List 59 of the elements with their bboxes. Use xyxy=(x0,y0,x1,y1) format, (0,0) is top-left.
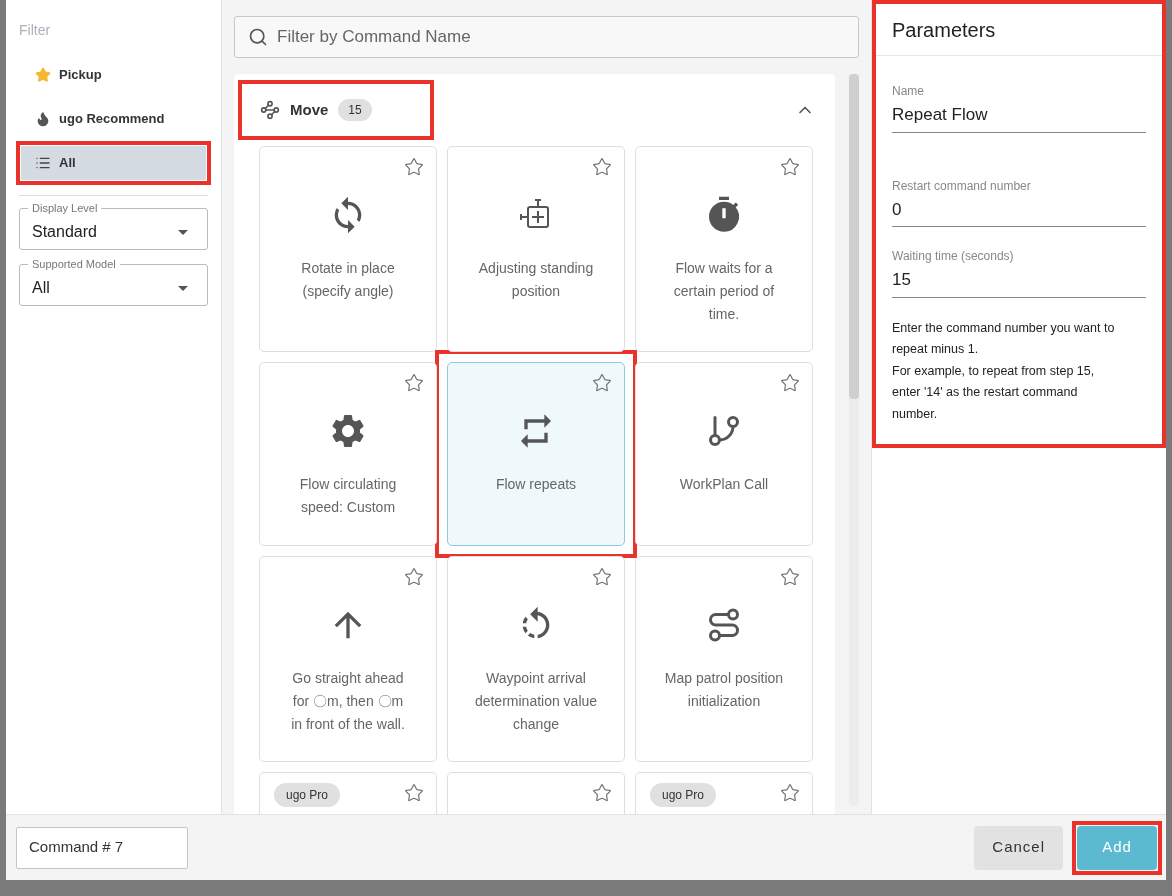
filter-heading: Filter xyxy=(18,21,52,40)
panel-title: Parameters xyxy=(892,17,996,43)
command-label: Adjusting standing position xyxy=(477,259,595,301)
favorite-star-icon[interactable] xyxy=(592,567,612,587)
command-label: Map patrol position initialization xyxy=(663,669,785,711)
favorite-star-icon[interactable] xyxy=(780,567,800,587)
favorite-star-icon[interactable] xyxy=(780,783,800,803)
command-card[interactable]: ugo Pro xyxy=(259,772,437,814)
help-text: For example, to repeat from step 15, enter '14' as the restart command number. xyxy=(892,362,1096,423)
text-field[interactable]: Restart command number 0 xyxy=(892,176,1146,227)
filter-item[interactable]: ugo Recommend xyxy=(21,102,206,136)
count-badge: 15 xyxy=(338,99,372,121)
route-icon xyxy=(260,100,280,120)
command-card[interactable]: ugo Pro xyxy=(635,772,813,814)
star-icon xyxy=(35,67,51,83)
command-label: WorkPlan Call xyxy=(678,475,770,494)
list-icon xyxy=(35,155,51,171)
command-card[interactable]: Flow waits for a certain period of time. xyxy=(635,146,813,352)
command-card[interactable]: Waypoint arrival determination value change xyxy=(447,556,625,762)
command-card[interactable]: WorkPlan Call xyxy=(635,362,813,546)
command-number-field[interactable]: Command # 7 xyxy=(16,826,188,869)
dropdown-caret-icon xyxy=(178,229,188,235)
filter-item[interactable]: All xyxy=(21,146,206,180)
favorite-star-icon[interactable] xyxy=(592,783,612,803)
command-label: Flow waits for a certain period of time. xyxy=(672,259,776,324)
command-label: Go straight ahead for 〇m, then 〇m in front of the wall. xyxy=(290,669,406,734)
favorite-star-icon[interactable] xyxy=(780,373,800,393)
search-field[interactable]: Filter by Command Name xyxy=(234,16,859,58)
filter-item[interactable]: Pickup xyxy=(21,58,206,92)
command-card[interactable]: Rotate in place (specify angle) xyxy=(259,146,437,352)
tag-chip: ugo Pro xyxy=(274,783,341,807)
command-card[interactable]: Flow circulating speed: Custom xyxy=(259,362,437,546)
favorite-star-icon[interactable] xyxy=(404,567,424,587)
favorite-star-icon[interactable] xyxy=(404,783,424,803)
dropdown-caret-icon xyxy=(178,285,188,291)
favorite-star-icon[interactable] xyxy=(592,373,612,393)
command-card[interactable]: Adjusting standing position xyxy=(447,146,625,352)
help-text: Enter the command number you want to repeat minus 1. xyxy=(892,319,1116,358)
command-label: Flow circulating speed: Custom xyxy=(298,475,398,517)
favorite-star-icon[interactable] xyxy=(780,157,800,177)
command-label: Flow repeats xyxy=(494,475,578,494)
flame-icon xyxy=(35,111,51,127)
command-card[interactable]: Map patrol position initialization xyxy=(635,556,813,762)
text-field[interactable]: Waiting time (seconds) 15 xyxy=(892,247,1146,298)
tag-chip: ugo Pro xyxy=(650,783,717,807)
route-icon xyxy=(706,607,742,643)
favorite-star-icon[interactable] xyxy=(404,373,424,393)
branch-icon xyxy=(706,413,742,449)
favorite-star-icon[interactable] xyxy=(404,157,424,177)
command-label: Rotate in place (specify angle) xyxy=(300,259,396,301)
scrollbar-thumb[interactable] xyxy=(849,74,859,399)
text-field[interactable]: Name Repeat Flow xyxy=(892,82,1146,133)
command-card[interactable]: Flow repeats xyxy=(447,362,625,546)
command-label: Waypoint arrival determination value change xyxy=(473,669,599,734)
group-title: Move xyxy=(290,99,329,120)
search-icon xyxy=(248,27,268,47)
cancel-button[interactable]: Cancel xyxy=(974,825,1063,870)
favorite-star-icon[interactable] xyxy=(592,157,612,177)
command-card[interactable]: Go straight ahead for 〇m, then 〇m in front of the wall. xyxy=(259,556,437,762)
